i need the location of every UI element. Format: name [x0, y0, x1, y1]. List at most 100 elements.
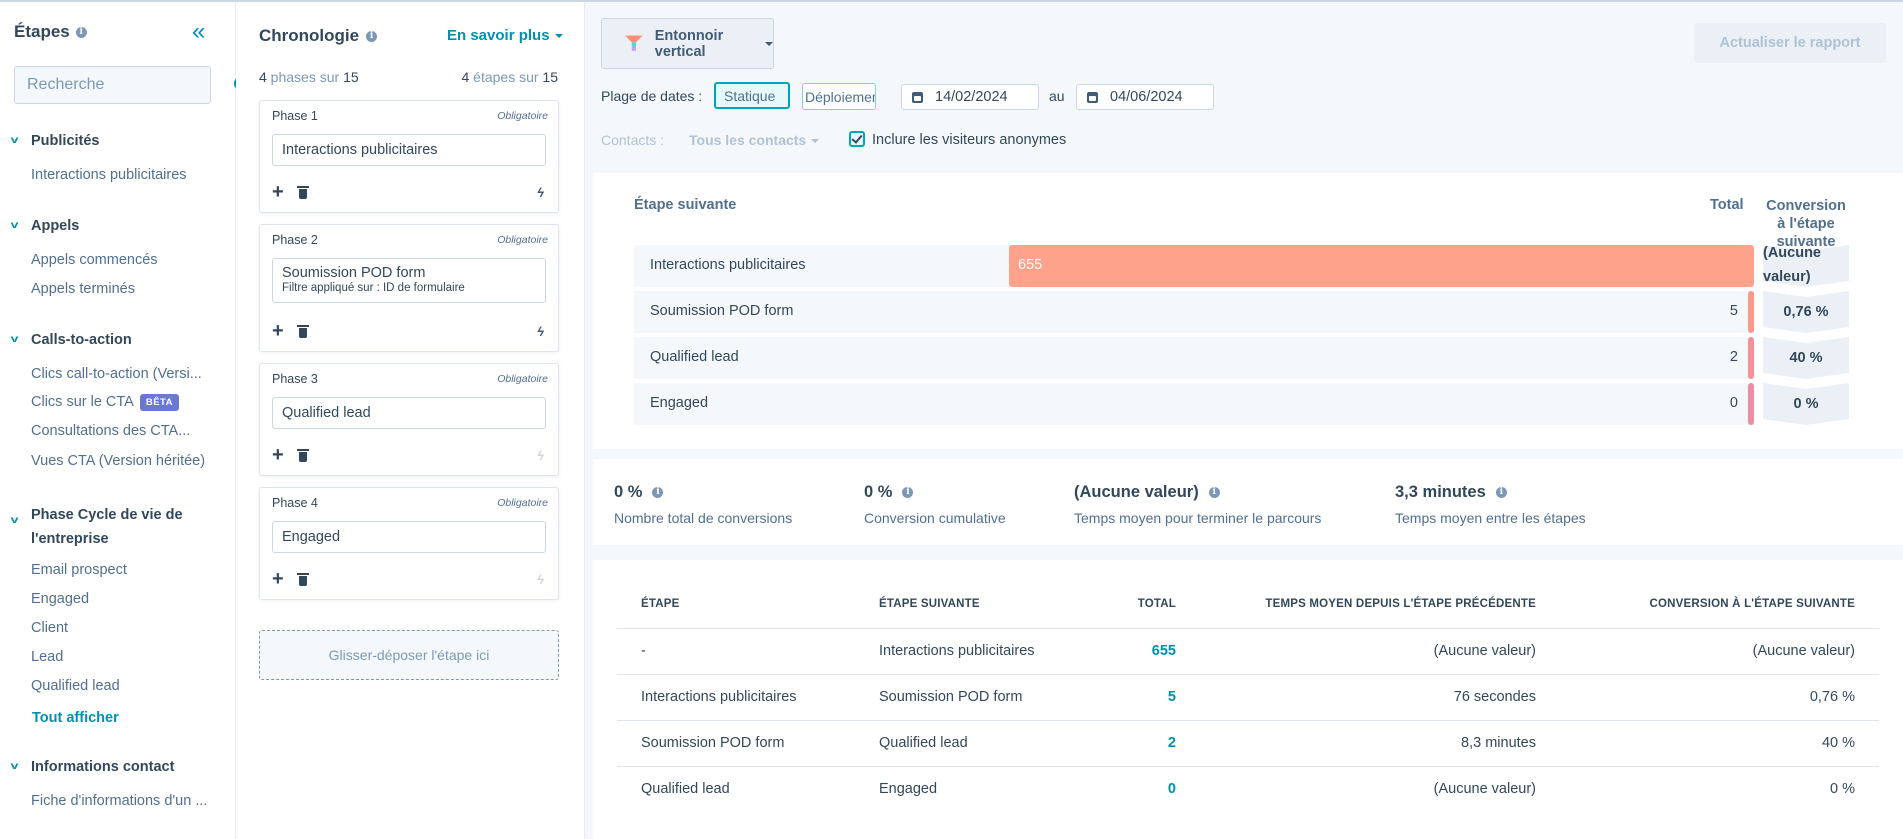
- phases-count: 4 phases sur 15: [259, 69, 359, 85]
- funnel-row[interactable]: Soumission POD form 5: [634, 291, 1754, 333]
- column-header-step[interactable]: Étape: [617, 580, 855, 629]
- sidebar-item[interactable]: Client: [31, 620, 68, 636]
- section-title: Publicités: [31, 133, 100, 149]
- add-icon[interactable]: +: [272, 445, 284, 465]
- trash-icon[interactable]: [296, 324, 309, 338]
- total-link[interactable]: 2: [1168, 735, 1176, 751]
- add-icon[interactable]: +: [272, 182, 284, 202]
- sidebar-item[interactable]: Clics call-to-action (Versi...: [31, 366, 202, 382]
- sidebar-item[interactable]: Interactions publicitaires: [31, 167, 187, 183]
- cell-total: 0: [1095, 766, 1200, 812]
- section-header-appels[interactable]: v Appels: [11, 218, 80, 234]
- funnel-row[interactable]: Interactions publicitaires 655: [634, 245, 1754, 287]
- info-icon[interactable]: i: [366, 30, 378, 42]
- cell-next-step: Engaged: [879, 781, 938, 798]
- phase-card[interactable]: Phase 2 Obligatoire Soumission POD form F…: [259, 224, 559, 352]
- section-header-calls-to-action[interactable]: v Calls-to-action: [11, 332, 132, 348]
- lightning-icon[interactable]: ϟ: [537, 185, 544, 200]
- timeline-title: Chronologie i: [259, 26, 378, 46]
- stat-avg-step-time: 3,3 minutes i Temps moyen entre les étape…: [1395, 483, 1586, 526]
- total-link[interactable]: 0: [1168, 781, 1176, 797]
- sidebar-item[interactable]: Fiche d'informations d'un ...: [31, 793, 207, 809]
- info-icon[interactable]: i: [1495, 487, 1507, 498]
- lightning-icon[interactable]: ϟ: [537, 448, 544, 463]
- funnel-bar[interactable]: [1748, 291, 1754, 333]
- stat-value: 3,3 minutes: [1395, 483, 1486, 501]
- search-box[interactable]: [14, 66, 247, 104]
- sidebar-item[interactable]: Consultations des CTA...: [31, 423, 190, 439]
- stat-label: Conversion cumulative: [864, 510, 1006, 526]
- funnel-total-value: 2: [1729, 349, 1738, 365]
- sidebar-item[interactable]: Engaged: [31, 591, 89, 607]
- rolling-toggle[interactable]: Déploiement: [802, 83, 876, 110]
- start-date-field[interactable]: 14/02/2024: [901, 84, 1039, 110]
- phase-step-field[interactable]: Qualified lead: [272, 397, 546, 429]
- column-header-avg-time[interactable]: Temps moyen depuis l'étape précédente: [1200, 580, 1560, 629]
- column-header-total[interactable]: Total: [1095, 580, 1200, 629]
- column-header-next-step[interactable]: Étape suivante: [855, 580, 1095, 629]
- cell-step: -: [617, 628, 855, 675]
- table-row: - Interactions publicitaires 655 (Aucune va…: [617, 628, 1879, 675]
- learn-more-dropdown[interactable]: En savoir plus: [447, 27, 563, 44]
- end-date-field[interactable]: 04/06/2024: [1076, 84, 1214, 110]
- column-header-conversion[interactable]: Conversion à l'étape suivante: [1560, 580, 1879, 629]
- funnel-row[interactable]: Engaged 0: [634, 383, 1754, 425]
- total-link[interactable]: 655: [1152, 643, 1176, 659]
- summary-stats-card: 0 % i Nombre total de conversions 0 % i Co…: [593, 459, 1903, 545]
- phase-step-field[interactable]: Engaged: [272, 521, 546, 553]
- funnel-bar[interactable]: [1748, 383, 1754, 425]
- conversion-value: 40 %: [1789, 350, 1823, 366]
- section-title-line: l'entreprise: [31, 531, 109, 547]
- collapse-sidebar-icon[interactable]: «: [192, 20, 205, 44]
- sidebar-item[interactable]: Vues CTA (Version héritée): [31, 453, 205, 469]
- info-icon[interactable]: i: [1208, 487, 1220, 498]
- add-icon[interactable]: +: [272, 569, 284, 589]
- info-icon[interactable]: i: [75, 26, 87, 38]
- cell-conversion: (Aucune valeur): [1560, 628, 1879, 675]
- phase-card[interactable]: Phase 3 Obligatoire Qualified lead + ϟ: [259, 363, 559, 476]
- refresh-report-button[interactable]: Actualiser le rapport: [1694, 23, 1886, 63]
- total-link[interactable]: 5: [1168, 689, 1176, 705]
- visualization-type-dropdown[interactable]: Entonnoir vertical: [601, 18, 774, 69]
- funnel-bar[interactable]: 655: [1009, 245, 1754, 287]
- contacts-dropdown[interactable]: Tous les contacts: [689, 132, 820, 148]
- required-label: Obligatoire: [497, 110, 548, 122]
- funnel-row[interactable]: Qualified lead 2: [634, 337, 1754, 379]
- sidebar-title-text: Étapes: [14, 22, 70, 41]
- sidebar-item[interactable]: Appels commencés: [31, 252, 158, 268]
- phase-label: Phase 3: [272, 372, 318, 386]
- stat-avg-journey-time: (Aucune valeur) i Temps moyen pour termin…: [1074, 483, 1321, 526]
- phase-step-field[interactable]: Soumission POD form Filtre appliqué sur :…: [272, 258, 546, 303]
- sidebar-item[interactable]: Lead: [31, 649, 63, 665]
- conversion-value: (Aucune valeur): [1763, 245, 1821, 285]
- drop-zone[interactable]: Glisser-déposer l'étape ici: [259, 630, 559, 680]
- include-anonymous-checkbox[interactable]: [849, 131, 865, 147]
- lightning-icon[interactable]: ϟ: [537, 572, 544, 587]
- info-icon[interactable]: i: [902, 487, 914, 498]
- section-title: Appels: [31, 218, 80, 234]
- section-header-contact-info[interactable]: v Informations contact: [11, 759, 175, 775]
- section-header-publicites[interactable]: v Publicités: [11, 133, 100, 149]
- cell-total: 5: [1095, 674, 1200, 721]
- trash-icon[interactable]: [296, 572, 309, 586]
- sidebar-item[interactable]: Qualified lead: [31, 678, 120, 694]
- phase-card[interactable]: Phase 1 Obligatoire Interactions publici…: [259, 100, 559, 213]
- stat-label: Temps moyen pour terminer le parcours: [1074, 510, 1322, 526]
- show-all-link[interactable]: Tout afficher: [32, 710, 119, 726]
- sidebar-item[interactable]: Appels terminés: [31, 281, 135, 297]
- trash-icon[interactable]: [296, 448, 309, 462]
- phase-card[interactable]: Phase 4 Obligatoire Engaged + ϟ: [259, 487, 559, 600]
- add-icon[interactable]: +: [272, 321, 284, 341]
- phase-step-field[interactable]: Interactions publicitaires: [272, 134, 546, 166]
- include-anonymous-label[interactable]: Inclure les visiteurs anonymes: [872, 132, 1066, 148]
- phases-count-n: 4: [259, 69, 267, 85]
- info-icon[interactable]: i: [652, 487, 664, 498]
- static-toggle[interactable]: Statique: [714, 82, 790, 109]
- funnel-bar[interactable]: [1748, 337, 1754, 379]
- search-input[interactable]: [27, 76, 234, 94]
- sidebar-item[interactable]: Clics sur le CTA BÊTA: [31, 394, 180, 411]
- lightning-icon[interactable]: ϟ: [537, 324, 544, 339]
- sidebar-item[interactable]: Email prospect: [31, 562, 127, 578]
- trash-icon[interactable]: [296, 185, 309, 199]
- section-header-lifecycle[interactable]: v Phase Cycle de vie de l'entreprise: [11, 503, 183, 551]
